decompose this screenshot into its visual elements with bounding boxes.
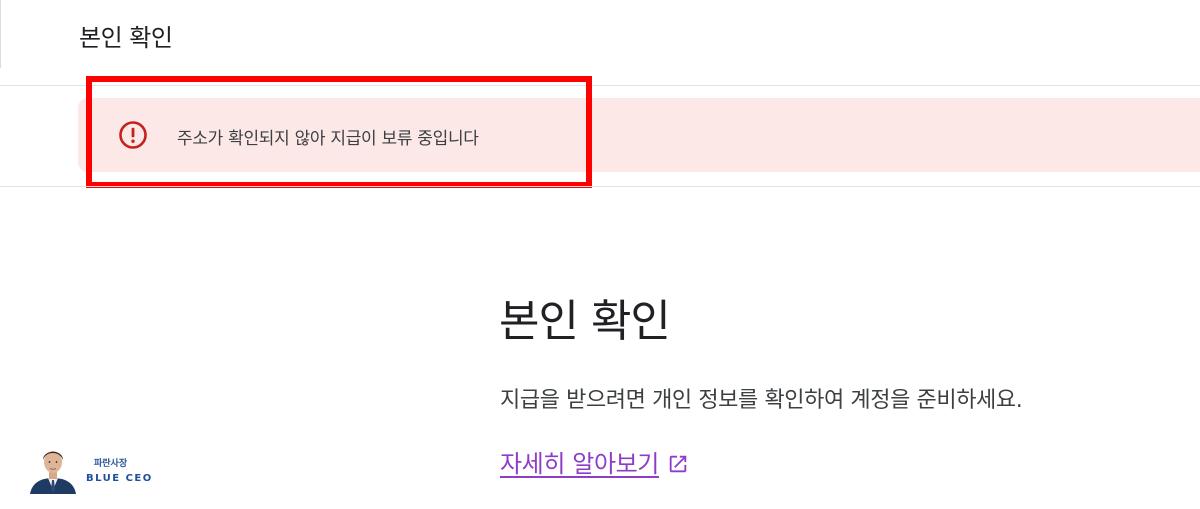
- watermark-top-text: 파란사장: [94, 459, 128, 469]
- page-title: 본인 확인: [499, 296, 671, 347]
- left-rule: [0, 0, 1, 68]
- watermark-bottom-text: BLUE CEO: [86, 473, 153, 484]
- avatar-icon: [30, 451, 76, 494]
- header-title: 본인 확인: [79, 24, 173, 52]
- external-link-icon: [669, 455, 687, 472]
- page: 본인 확인 주소가 확인되지 않아 지급이 보류 중입니다 본인 확인 지급을 …: [0, 0, 1200, 509]
- annotation-highlight-box: [86, 76, 592, 188]
- watermark: 파란사장 BLUE CEO: [28, 446, 158, 494]
- learn-more-label: 자세히 알아보기: [500, 450, 659, 478]
- learn-more-link[interactable]: 자세히 알아보기: [500, 444, 689, 479]
- page-description: 지급을 받으려면 개인 정보를 확인하여 계정을 준비하세요.: [500, 388, 1023, 413]
- divider-bottom: [0, 186, 1200, 187]
